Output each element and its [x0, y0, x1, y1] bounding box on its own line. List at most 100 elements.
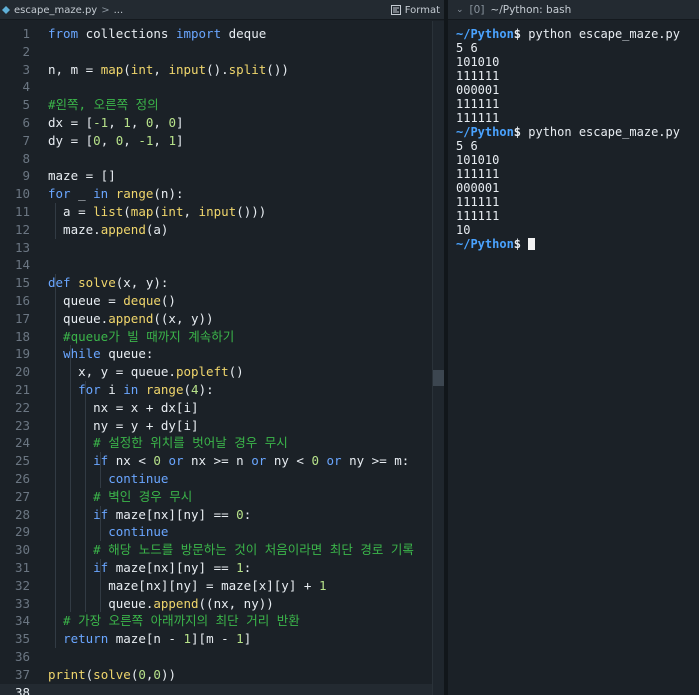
line-number: 27 — [14, 488, 30, 504]
code-token: 0 — [153, 453, 161, 469]
code-token: 0 — [93, 132, 101, 148]
code-line[interactable]: 10 for _ in range(n): — [0, 185, 432, 203]
code-token: x, y = queue. — [48, 364, 176, 380]
code-token: (). — [206, 61, 229, 77]
code-token: 1 — [236, 631, 244, 647]
line-number: 15 — [14, 275, 30, 291]
code-token: ny < — [266, 453, 312, 469]
line-number: 9 — [22, 168, 30, 184]
code-token: nx >= n — [183, 453, 252, 469]
code-line[interactable]: 37 print(solve(0,0)) — [0, 666, 432, 684]
line-number: 13 — [14, 239, 30, 255]
code-token: split — [228, 61, 267, 77]
code-token: , — [183, 204, 199, 219]
code-line[interactable]: 36 — [0, 648, 432, 666]
line-number: 3 — [22, 61, 30, 77]
line-number: 16 — [14, 293, 30, 308]
code-token: , — [153, 61, 169, 77]
code-line[interactable]: 22 nx = x + dx[i] — [0, 399, 432, 417]
code-token: maze = [] — [48, 168, 116, 184]
code-area[interactable]: 1 from collections import deque 2 3 n, m = m… — [0, 21, 432, 695]
code-token: deque — [221, 26, 267, 41]
terminal-output-line: 000001 — [456, 83, 500, 97]
line-number: 34 — [14, 613, 30, 629]
editor-scrollbar[interactable] — [432, 21, 444, 695]
code-token: 1 — [123, 115, 131, 130]
code-token: : — [243, 506, 252, 522]
code-line[interactable]: 14 — [0, 256, 432, 274]
code-line[interactable]: 2 — [0, 43, 432, 61]
code-line[interactable]: 38 — [0, 683, 432, 695]
code-token: 0 — [138, 666, 146, 682]
code-line[interactable]: 30 # 해당 노드를 방문하는 것이 처음이라면 최단 경로 기록 — [0, 541, 432, 559]
code-token: i — [100, 382, 124, 397]
line-number: 36 — [14, 649, 30, 664]
code-line[interactable]: 29 continue — [0, 523, 432, 541]
terminal-cursor[interactable] — [528, 238, 536, 250]
line-number: 28 — [14, 506, 30, 522]
code-token: map — [100, 61, 124, 77]
code-token: n, m = — [48, 61, 101, 77]
code-token: : — [243, 560, 252, 575]
code-token: 0 — [311, 453, 319, 469]
code-text: queue.append((x, y)) — [48, 310, 214, 328]
format-button[interactable]: Format — [390, 0, 440, 20]
code-line[interactable]: 19 while queue: — [0, 345, 432, 363]
indent-guide — [99, 559, 101, 613]
code-line[interactable]: 18 #queue가 빌 때까지 계속하기 — [0, 328, 432, 346]
code-line[interactable]: 6 dx = [-1, 1, 0, 0] — [0, 114, 432, 132]
collapse-chevron-icon[interactable]: ⌄ — [456, 5, 464, 15]
code-line[interactable]: 4 — [0, 78, 432, 96]
code-line[interactable]: 8 — [0, 150, 432, 168]
code-line[interactable]: 32 maze[nx][ny] = maze[x][y] + 1 — [0, 577, 432, 595]
code-token: _ — [70, 186, 94, 202]
code-token: solve — [93, 666, 131, 682]
code-line[interactable]: 1 from collections import deque — [0, 25, 432, 43]
line-number: 30 — [14, 542, 30, 558]
code-token: #왼쪽, 오른쪽 정의 — [48, 97, 159, 113]
file-tab[interactable]: escape_maze.py > ... — [0, 0, 123, 20]
code-line[interactable]: 34 # 가장 오른쪽 아래까지의 최단 거리 반환 — [0, 612, 432, 630]
code-text: queue.append((nx, ny)) — [48, 595, 274, 613]
code-line[interactable]: 9 maze = [] — [0, 167, 432, 185]
line-number: 25 — [14, 453, 30, 469]
file-name[interactable]: escape_maze.py — [14, 5, 97, 16]
code-line[interactable]: 23 ny = y + dy[i] — [0, 417, 432, 435]
code-line[interactable]: 5 #왼쪽, 오른쪽 정의 — [0, 96, 432, 114]
code-line[interactable]: 28 if maze[nx][ny] == 0: — [0, 506, 432, 524]
code-line[interactable]: 20 x, y = queue.popleft() — [0, 363, 432, 381]
code-line[interactable]: 7 dy = [0, 0, -1, 1] — [0, 132, 432, 150]
line-number: 22 — [14, 399, 30, 415]
code-line[interactable]: 12 maze.append(a) — [0, 221, 432, 239]
code-line[interactable]: 35 return maze[n - 1][m - 1] — [0, 630, 432, 648]
breadcrumb-more[interactable]: ... — [114, 5, 124, 16]
code-line[interactable]: 27 # 벽인 경우 무시 — [0, 488, 432, 506]
code-token: ( — [183, 382, 192, 397]
code-line[interactable]: 25 if nx < 0 or nx >= n or ny < 0 or ny … — [0, 452, 432, 470]
code-line[interactable]: 33 queue.append((nx, ny)) — [0, 595, 432, 613]
line-number: 37 — [14, 666, 30, 682]
code-line[interactable]: 13 — [0, 239, 432, 257]
terminal-output[interactable]: ~/Python$ python escape_maze.py 5 6 101010… — [456, 27, 696, 251]
editor-scrollbar-thumb[interactable] — [433, 370, 444, 386]
code-line[interactable]: 15 def solve(x, y): — [0, 274, 432, 292]
code-line[interactable]: 21 for i in range(4): — [0, 381, 432, 399]
code-token: in — [93, 186, 109, 202]
line-number: 20 — [14, 364, 30, 380]
prompt-path: ~/Python — [456, 125, 514, 139]
code-line[interactable]: 31 if maze[nx][ny] == 1: — [0, 559, 432, 577]
code-line[interactable]: 3 n, m = map(int, input().split()) — [0, 61, 432, 79]
code-line[interactable]: 16 queue = deque() — [0, 292, 432, 310]
code-token: or — [251, 453, 267, 469]
terminal-pane[interactable]: ⌄ [0] ~/Python: bash ~/Python$ python es… — [448, 0, 699, 695]
code-line[interactable]: 17 queue.append((x, y)) — [0, 310, 432, 328]
code-token: range — [115, 186, 154, 202]
code-token: from — [48, 26, 79, 41]
code-token: ny >= m: — [341, 453, 410, 469]
code-line[interactable]: 24 # 설정한 위치를 벗어날 경우 무시 — [0, 434, 432, 452]
code-line[interactable]: 26 continue — [0, 470, 432, 488]
code-line[interactable]: 11 a = list(map(int, input())) — [0, 203, 432, 221]
code-editor-pane[interactable]: escape_maze.py > ... Format 1 from collec… — [0, 0, 444, 695]
